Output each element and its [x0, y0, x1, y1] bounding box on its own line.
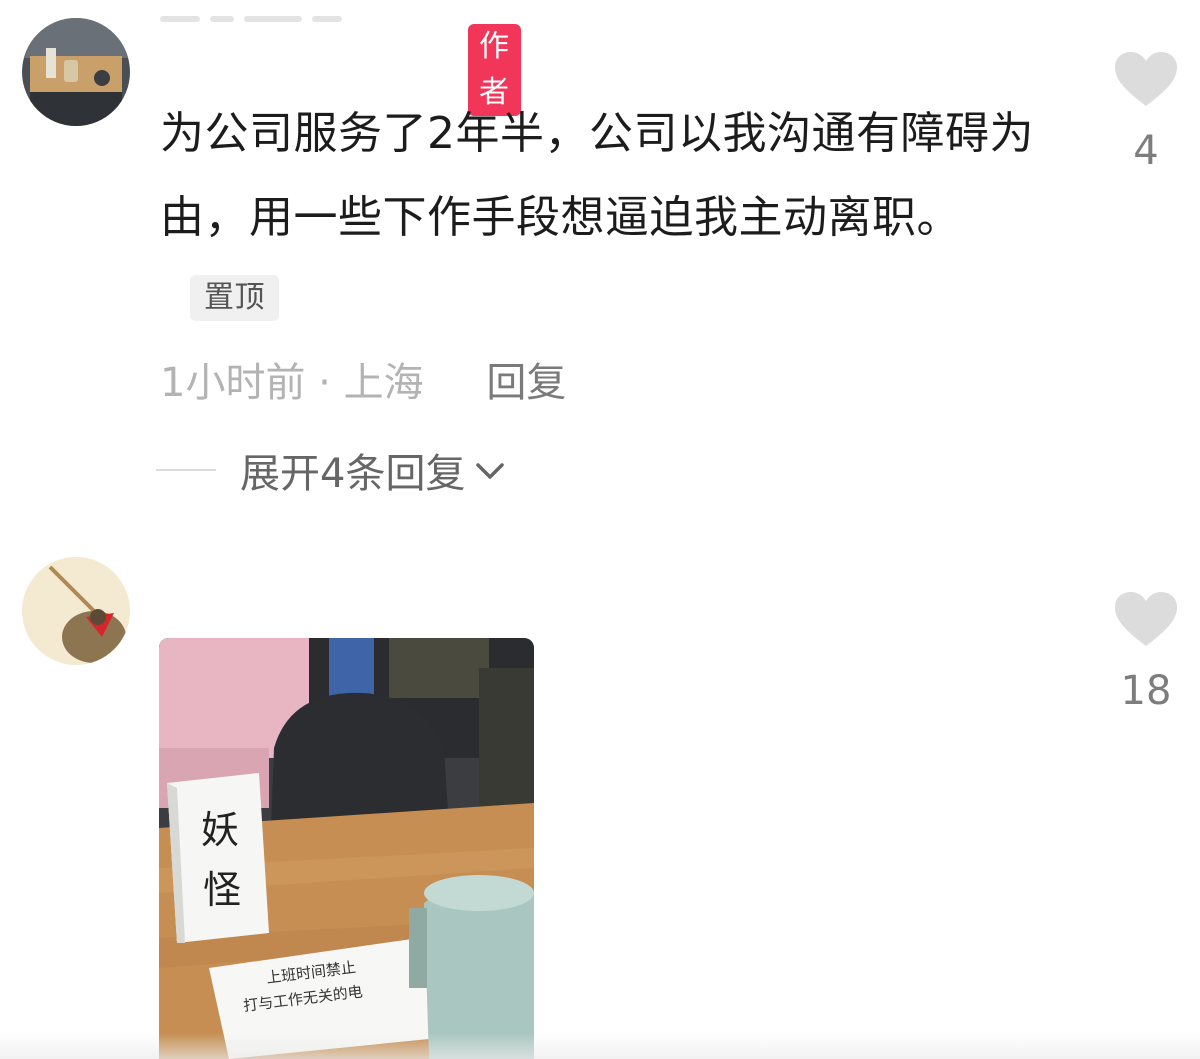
comment-photo[interactable]: 妖 怪 上班时间禁止 打与工作无关的电 — [159, 638, 534, 1059]
chevron-down-icon — [475, 461, 505, 485]
meta-separator: · — [305, 360, 344, 406]
comment-item: 作者 为公司服务了2年半，公司以我沟通有障碍为由，用一些下作手段想逼迫我主动离职… — [0, 0, 1200, 520]
reply-button[interactable]: 回复 — [486, 360, 566, 406]
heart-icon — [1113, 592, 1179, 652]
expand-replies-label: 展开4条回复 — [240, 451, 466, 497]
like-count: 18 — [1120, 668, 1172, 714]
bottom-shadow — [0, 1033, 1200, 1059]
author-name[interactable] — [160, 16, 400, 30]
comment-meta: 1小时前 · 上海 回复 — [160, 350, 566, 408]
sign-text-bottom: 怪 — [203, 868, 241, 912]
comment-text[interactable]: 为公司服务了2年半，公司以我沟通有障碍为由，用一些下作手段想逼迫我主动离职。置顶 — [160, 92, 1060, 344]
sign-text-top: 妖 — [201, 808, 239, 852]
divider-line — [156, 469, 216, 471]
like-count: 4 — [1133, 128, 1159, 174]
comment-time: 1小时前 — [160, 360, 306, 406]
like-button[interactable]: 4 — [1110, 50, 1182, 174]
avatar[interactable] — [22, 18, 130, 126]
like-button[interactable]: 18 — [1110, 590, 1182, 714]
expand-replies-button[interactable]: 展开4条回复 — [156, 445, 505, 497]
pinned-badge: 置顶 — [190, 275, 279, 321]
comment-location: 上海 — [343, 360, 424, 406]
comment-body: 为公司服务了2年半，公司以我沟通有障碍为由，用一些下作手段想逼迫我主动离职。 — [160, 108, 1034, 243]
heart-icon — [1113, 52, 1179, 112]
avatar[interactable] — [22, 557, 130, 665]
